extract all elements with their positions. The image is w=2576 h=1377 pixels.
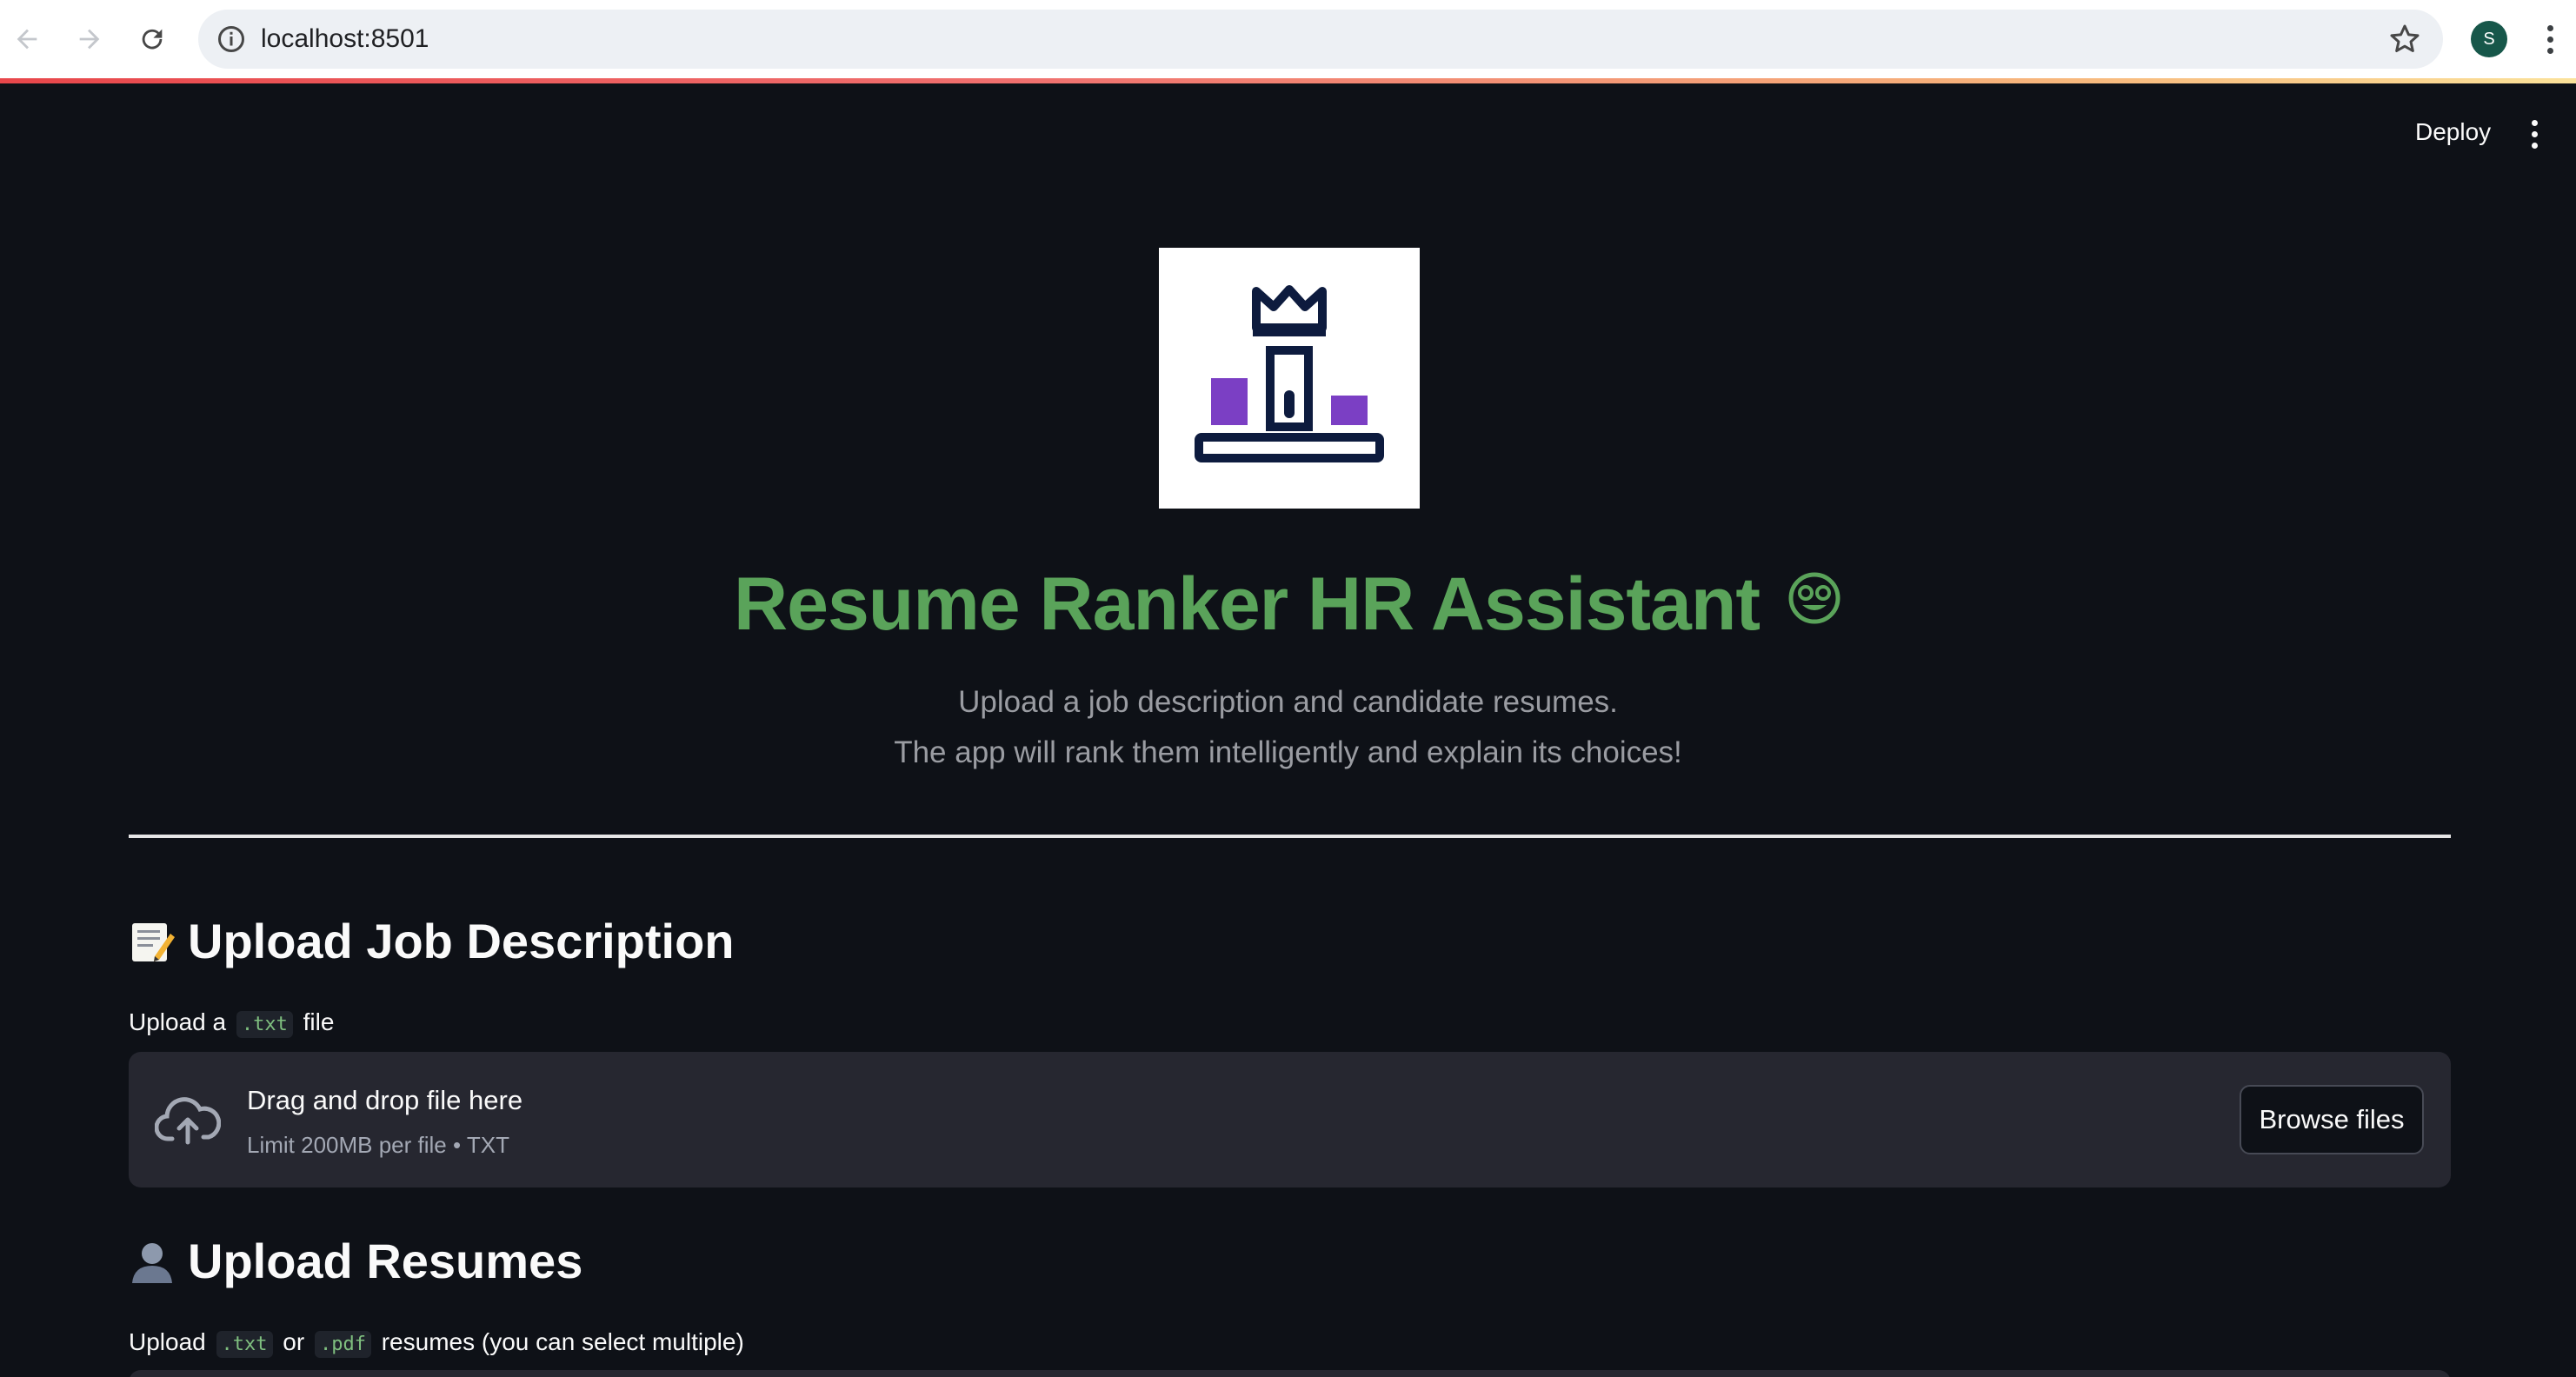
job-label-prefix: Upload a (129, 1008, 227, 1035)
memo-icon (132, 922, 175, 961)
resume-label-suffix: resumes (you can select multiple) (381, 1328, 744, 1355)
browse-files-button[interactable]: Browse files (2240, 1085, 2424, 1154)
bookmark-star-icon[interactable] (2387, 22, 2422, 57)
app-menu-icon[interactable] (2521, 116, 2547, 151)
profile-avatar[interactable]: S (2471, 21, 2507, 57)
back-button[interactable] (5, 17, 49, 61)
resume-label-prefix: Upload (129, 1328, 206, 1355)
deploy-button[interactable]: Deploy (2403, 113, 2503, 151)
dropzone-limit: Limit 200MB per file • TXT (247, 1132, 509, 1158)
arrow-right-icon (79, 29, 100, 50)
job-file-dropzone[interactable]: Drag and drop file here Limit 200MB per … (129, 1052, 2451, 1187)
dropzone-title: Drag and drop file here (247, 1085, 523, 1115)
resumes-file-dropzone[interactable] (129, 1370, 2451, 1377)
reload-icon (142, 29, 163, 50)
browser-chrome: localhost:8501 S (0, 0, 2576, 78)
resumes-heading-text: Upload Resumes (188, 1234, 583, 1288)
page-title-text: Resume Ranker HR Assistant (734, 562, 1761, 646)
resume-label-code-txt: .txt (216, 1331, 273, 1358)
section-divider (129, 835, 2451, 838)
reload-button[interactable] (130, 17, 174, 61)
job-description-heading: Upload Job Description (129, 913, 735, 969)
loading-gradient-bar (0, 78, 2576, 83)
browser-menu-icon[interactable] (2537, 19, 2563, 59)
forward-button[interactable] (68, 17, 111, 61)
cloud-upload-icon (155, 1097, 221, 1145)
arrow-left-icon (17, 29, 37, 50)
page-title: Resume Ranker HR Assistant (0, 562, 2576, 648)
bust-silhouette-icon (132, 1242, 172, 1283)
nerd-face-icon (1788, 572, 1840, 624)
job-label-code: .txt (236, 1011, 293, 1038)
job-description-heading-text: Upload Job Description (188, 914, 735, 968)
resumes-heading: Upload Resumes (129, 1233, 582, 1289)
site-info-icon[interactable] (216, 23, 247, 55)
address-bar[interactable]: localhost:8501 (198, 10, 2443, 69)
job-label-suffix: file (303, 1008, 335, 1035)
subtitle-line-1: Upload a job description and candidate r… (958, 685, 1618, 719)
podium-crown-icon (1195, 285, 1384, 462)
resume-label-or: or (283, 1328, 305, 1355)
resume-label-code-pdf: .pdf (314, 1331, 371, 1358)
app-logo (1159, 248, 1420, 509)
url-text[interactable]: localhost:8501 (261, 24, 429, 54)
subtitle-line-2: The app will rank them intelligently and… (894, 735, 1682, 769)
job-upload-label: Upload a .txt file (129, 1008, 335, 1038)
resumes-upload-label: Upload .txt or .pdf resumes (you can sel… (129, 1328, 744, 1358)
